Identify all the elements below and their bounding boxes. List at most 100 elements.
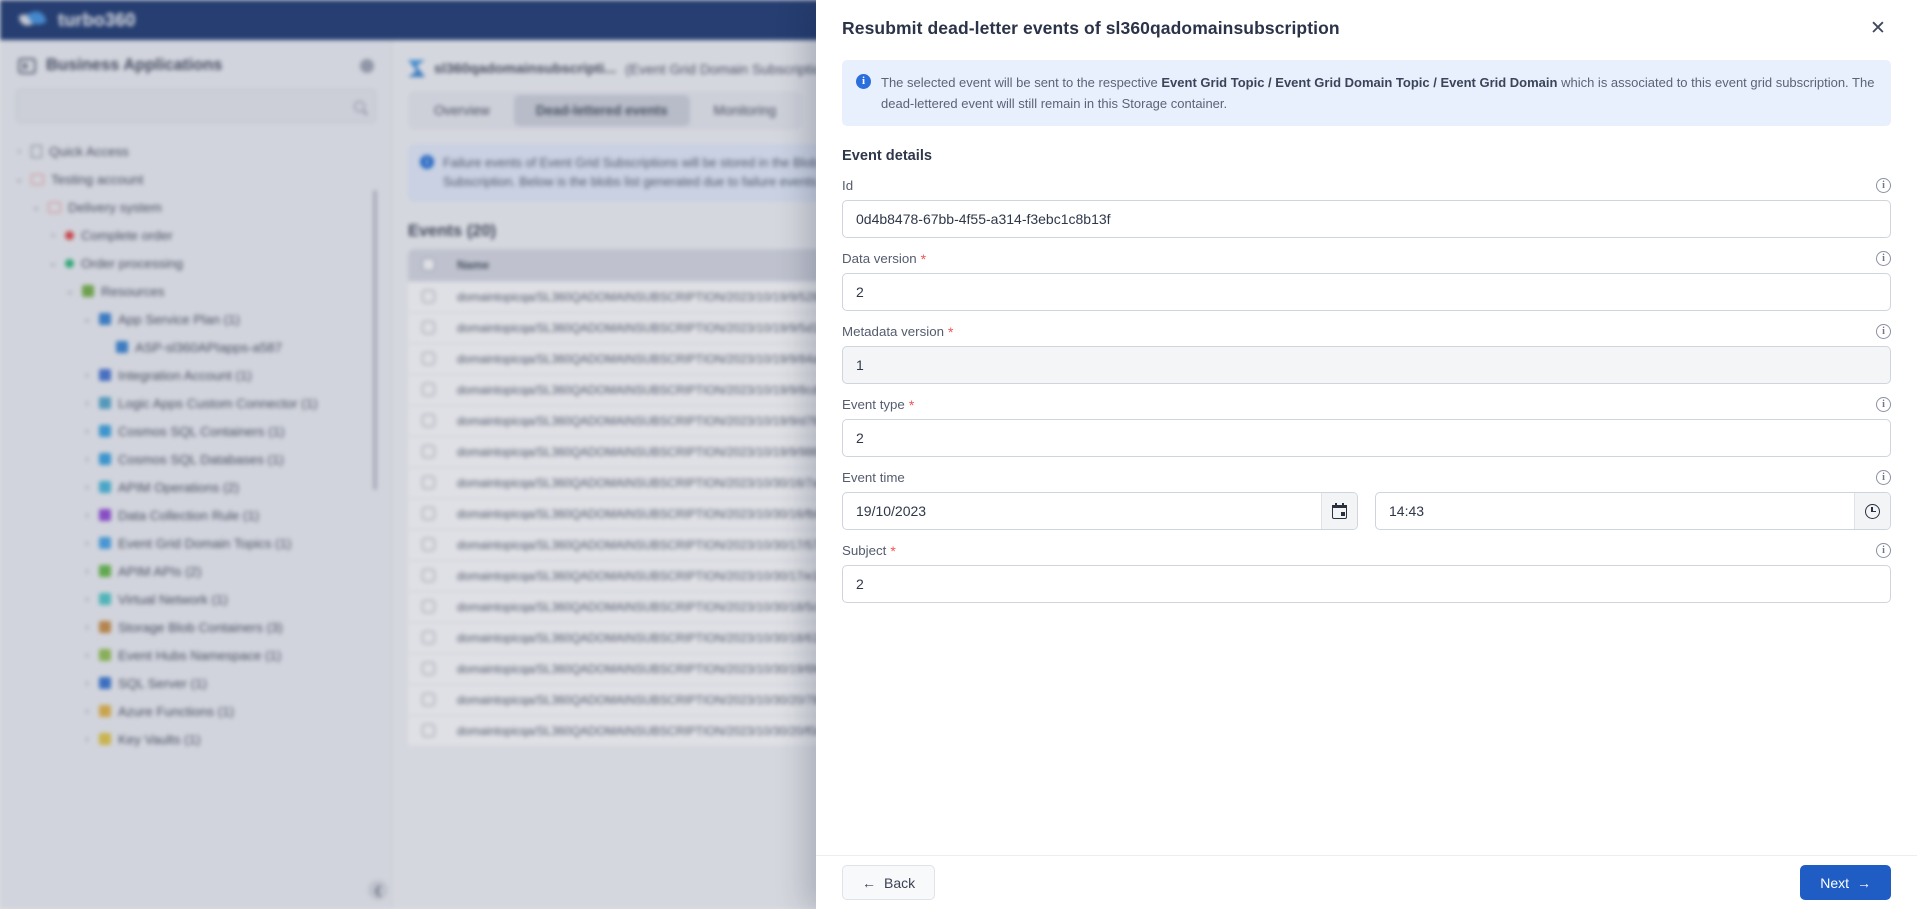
chevron-icon[interactable]: › <box>82 510 92 521</box>
sidebar-item[interactable]: ⌄ Resources <box>0 277 392 305</box>
resource-type-icon <box>99 677 111 689</box>
field-label-row: Id i <box>842 178 1891 194</box>
chevron-icon[interactable]: ⌄ <box>31 202 41 213</box>
sidebar-scrollbar[interactable] <box>373 190 377 490</box>
field-label-row: Metadata version * i <box>842 324 1891 340</box>
chevron-icon[interactable]: ⌄ <box>82 314 92 325</box>
chevron-icon[interactable]: ⌄ <box>65 286 75 297</box>
sidebar-item[interactable]: › Data Collection Rule (1) <box>0 501 392 529</box>
back-button[interactable]: ← Back <box>842 865 936 900</box>
next-button[interactable]: Next → <box>1800 865 1891 900</box>
info-icon[interactable]: i <box>1876 324 1891 340</box>
row-checkbox[interactable] <box>422 321 435 335</box>
chevron-icon[interactable]: ⌄ <box>48 258 58 269</box>
close-icon[interactable]: ✕ <box>1865 15 1891 41</box>
row-checkbox[interactable] <box>422 507 435 521</box>
chevron-icon[interactable]: › <box>82 538 92 549</box>
sidebar-item-label: APIM APIs (2) <box>118 563 202 579</box>
resource-type: (Event Grid Domain Subscription) <box>625 60 834 77</box>
resource-name: sl360qadomainsubscripti... <box>434 60 617 77</box>
sidebar-item[interactable]: › Quick Access <box>0 137 392 165</box>
chevron-icon[interactable]: › <box>82 482 92 493</box>
row-checkbox[interactable] <box>422 290 435 304</box>
sidebar-item[interactable]: › Event Grid Domain Topics (1) <box>0 529 392 557</box>
gear-icon[interactable] <box>360 58 374 73</box>
row-checkbox[interactable] <box>422 352 435 366</box>
chevron-icon[interactable]: › <box>82 594 92 605</box>
row-checkbox[interactable] <box>422 445 435 459</box>
row-checkbox[interactable] <box>422 414 435 428</box>
calendar-icon <box>1332 502 1347 519</box>
info-icon[interactable]: i <box>1876 543 1891 559</box>
sidebar-item[interactable]: › Event Hubs Namespace (1) <box>0 641 392 669</box>
sidebar-item[interactable]: › Azure Functions (1) <box>0 697 392 725</box>
metadata-version-label: Metadata version <box>842 324 944 340</box>
row-checkbox[interactable] <box>422 600 435 614</box>
sidebar-item[interactable]: ASP-sl360APIapps-a587 <box>0 333 392 361</box>
row-checkbox[interactable] <box>422 693 435 707</box>
sidebar-item[interactable]: › Cosmos SQL Databases (1) <box>0 445 392 473</box>
tab-overview[interactable]: Overview <box>412 95 512 126</box>
info-icon[interactable]: i <box>1876 251 1891 267</box>
sidebar-item[interactable]: › APIM APIs (2) <box>0 557 392 585</box>
subject-input[interactable] <box>842 565 1891 604</box>
event-time-input[interactable] <box>1375 492 1891 531</box>
sidebar-item[interactable]: ⌄ Delivery system <box>0 193 392 221</box>
field-label-row: Subject * i <box>842 543 1891 559</box>
chevron-icon[interactable]: › <box>82 398 92 409</box>
sidebar-item[interactable]: › Logic Apps Custom Connector (1) <box>0 389 392 417</box>
select-all-checkbox[interactable] <box>422 258 435 272</box>
sidebar-item[interactable]: › Storage Blob Containers (3) <box>0 613 392 641</box>
chevron-icon[interactable]: › <box>82 566 92 577</box>
chevron-icon[interactable]: › <box>82 678 92 689</box>
sidebar-item[interactable]: ⌄ Order processing <box>0 249 392 277</box>
chevron-icon[interactable]: ⌄ <box>14 174 24 185</box>
sidebar-item[interactable]: › Cosmos SQL Containers (1) <box>0 417 392 445</box>
field-label-row: Event type * i <box>842 397 1891 413</box>
sidebar-collapse-button[interactable]: ❮ <box>368 880 388 900</box>
chevron-icon[interactable]: › <box>82 622 92 633</box>
resource-type-icon <box>99 313 111 325</box>
event-date-input[interactable] <box>842 492 1358 531</box>
info-icon[interactable]: i <box>1876 178 1891 194</box>
info-icon[interactable]: i <box>1876 397 1891 413</box>
tab-monitoring[interactable]: Monitoring <box>692 95 799 126</box>
sidebar-item[interactable]: › APIM Operations (2) <box>0 473 392 501</box>
chevron-icon[interactable]: › <box>48 230 58 241</box>
info-icon[interactable]: i <box>1876 470 1891 486</box>
sidebar-item[interactable]: ⌄ App Service Plan (1) <box>0 305 392 333</box>
calendar-picker-button[interactable] <box>1321 493 1357 530</box>
row-checkbox[interactable] <box>422 724 435 738</box>
tab-dead-lettered-events[interactable]: Dead-lettered events <box>513 95 690 126</box>
id-input[interactable] <box>842 200 1891 239</box>
chevron-icon[interactable]: › <box>82 454 92 465</box>
sidebar-item[interactable]: ⌄ Testing account <box>0 165 392 193</box>
chevron-icon[interactable]: › <box>82 426 92 437</box>
chevron-icon[interactable]: › <box>14 146 24 157</box>
event-type-input[interactable] <box>842 419 1891 458</box>
row-checkbox[interactable] <box>422 631 435 645</box>
clock-picker-button[interactable] <box>1854 493 1890 530</box>
chevron-icon[interactable]: › <box>82 706 92 717</box>
row-checkbox[interactable] <box>422 383 435 397</box>
panel-info-text: The selected event will be sent to the r… <box>881 72 1877 114</box>
chevron-icon[interactable]: › <box>82 370 92 381</box>
brand-name: turbo360 <box>58 9 136 30</box>
sidebar-item[interactable]: › Virtual Network (1) <box>0 585 392 613</box>
sidebar-item-label: Key Vaults (1) <box>118 731 201 747</box>
sidebar-item[interactable]: › Complete order <box>0 221 392 249</box>
chevron-icon[interactable]: › <box>82 650 92 661</box>
sidebar-item[interactable]: › Key Vaults (1) <box>0 725 392 753</box>
sidebar-item-label: Delivery system <box>68 199 162 215</box>
row-checkbox[interactable] <box>422 662 435 676</box>
search-input[interactable] <box>27 98 354 114</box>
sidebar-item[interactable]: › SQL Server (1) <box>0 669 392 697</box>
event-type-label: Event type <box>842 397 905 413</box>
chevron-icon[interactable]: › <box>82 734 92 745</box>
sidebar-item[interactable]: › Integration Account (1) <box>0 361 392 389</box>
sidebar-search[interactable] <box>16 89 376 123</box>
row-checkbox[interactable] <box>422 538 435 552</box>
data-version-input[interactable] <box>842 273 1891 312</box>
row-checkbox[interactable] <box>422 569 435 583</box>
row-checkbox[interactable] <box>422 476 435 490</box>
